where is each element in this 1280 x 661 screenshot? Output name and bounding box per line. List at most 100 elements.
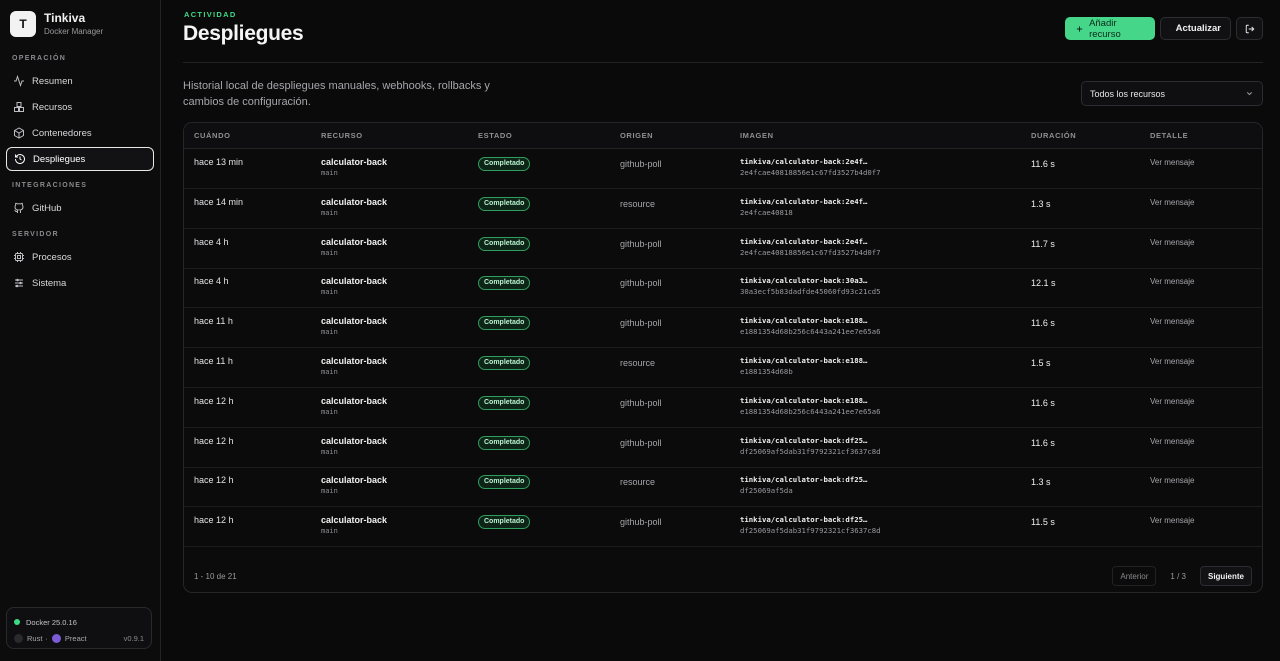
- deploy-origin: resource: [620, 198, 656, 209]
- cpu-icon: [14, 252, 24, 262]
- sidebar-item-contenedores[interactable]: Contenedores: [6, 121, 154, 145]
- view-message-link[interactable]: Ver mensaje: [1150, 277, 1194, 286]
- sidebar-item-label: Sistema: [32, 277, 67, 289]
- table-row: hace 12 h calculator-back main Completado gi…: [184, 428, 1262, 468]
- deploy-image: tinkiva/calculator-back:e188…: [740, 316, 868, 326]
- deploy-image-hash: e1881354d68b: [740, 367, 793, 376]
- column-header-detail: DETALLE: [1150, 131, 1189, 140]
- view-message-link[interactable]: Ver mensaje: [1150, 357, 1194, 366]
- deploy-image-hash: df25069af5da: [740, 486, 793, 496]
- sidebar-item-label: Despliegues: [33, 153, 86, 165]
- section-label-operacion: OPERACIÓN: [12, 55, 67, 62]
- deploy-image-hash: e1881354d68b256c6443a241ee7e65a6: [740, 327, 881, 337]
- deploy-duration: 1.3 s: [1031, 477, 1051, 488]
- column-header-status: ESTADO: [478, 131, 513, 140]
- status-badge: Completado: [478, 236, 531, 251]
- deploy-image-hash: e1881354d68b256c6443a241ee7e65a6: [740, 406, 881, 416]
- table-row: hace 12 h calculator-back main Completado gi…: [184, 507, 1262, 548]
- preact-icon: [51, 633, 61, 643]
- header-divider: [183, 62, 1263, 63]
- deploy-image-hash: 2e4fcae40818856e1c67fd3527b4d0f7: [740, 247, 881, 257]
- deploy-duration: 11.7 s: [1031, 238, 1055, 249]
- deploy-resource[interactable]: calculator-back: [321, 515, 387, 525]
- previous-page-button[interactable]: Anterior: [1112, 566, 1157, 586]
- deploy-branch: main: [321, 208, 338, 217]
- deploy-image: tinkiva/calculator-back:2e4f…: [740, 196, 868, 206]
- deploy-image: tinkiva/calculator-back:30a3…: [740, 276, 868, 286]
- sidebar-item-procesos[interactable]: Procesos: [6, 245, 154, 269]
- logout-button[interactable]: [1236, 17, 1263, 40]
- add-resource-button[interactable]: Añadir recurso: [1065, 17, 1155, 40]
- view-message-link[interactable]: Ver mensaje: [1150, 476, 1194, 485]
- deploy-when: hace 12 h: [194, 435, 234, 446]
- section-label-integraciones: INTEGRACIONES: [12, 182, 88, 189]
- sidebar-item-recursos[interactable]: Recursos: [6, 95, 154, 119]
- deploy-branch: main: [321, 447, 338, 456]
- sidebar-item-github[interactable]: GitHub: [6, 196, 154, 220]
- next-page-button[interactable]: Siguiente: [1199, 566, 1252, 586]
- sidebar-item-label: Procesos: [32, 251, 72, 263]
- deploy-image-hash: 30a3ecf5b83dadfde45060fd93c21cd5: [740, 287, 881, 297]
- deploy-image: tinkiva/calculator-back:df25…: [740, 475, 868, 485]
- status-panel: Docker 25.0.16 Rust · Preact v0.9.1: [6, 607, 152, 649]
- view-message-link[interactable]: Ver mensaje: [1150, 317, 1194, 326]
- view-message-link[interactable]: Ver mensaje: [1150, 238, 1194, 247]
- status-badge: Completado: [478, 475, 531, 490]
- view-message-link[interactable]: Ver mensaje: [1150, 158, 1194, 167]
- brand[interactable]: T Tinkiva Docker Manager: [0, 0, 160, 48]
- status-badge: Completado: [478, 196, 531, 211]
- page-indicator: 1 / 3: [1170, 571, 1186, 581]
- deploy-when: hace 12 h: [194, 395, 234, 406]
- deploy-duration: 11.6 s: [1031, 397, 1055, 408]
- deploy-origin: github-poll: [620, 238, 662, 249]
- stack-rust: Rust: [27, 633, 43, 643]
- status-badge: Completado: [478, 435, 531, 450]
- deploy-branch: main: [321, 407, 338, 416]
- header-actions: Añadir recurso Actualizar: [1065, 17, 1263, 40]
- deploy-resource[interactable]: calculator-back: [321, 396, 387, 406]
- deploy-image: tinkiva/calculator-back:df25…: [740, 435, 868, 445]
- deploy-resource[interactable]: calculator-back: [321, 276, 387, 286]
- deploy-when: hace 11 h: [194, 316, 233, 327]
- deploy-when: hace 4 h: [194, 276, 229, 287]
- view-message-link[interactable]: Ver mensaje: [1150, 437, 1194, 446]
- boxes-icon: [14, 102, 24, 112]
- refresh-button[interactable]: Actualizar: [1160, 17, 1231, 40]
- deploy-image-hash: 2e4fcae40818: [740, 207, 793, 217]
- deploy-resource[interactable]: calculator-back: [321, 237, 387, 247]
- deploy-resource[interactable]: calculator-back: [321, 197, 387, 207]
- refresh-icon: [1170, 28, 1171, 29]
- brand-subtitle: Docker Manager: [44, 27, 104, 36]
- deploy-origin: github-poll: [620, 159, 662, 169]
- view-message-link[interactable]: Ver mensaje: [1150, 516, 1194, 525]
- deploy-duration: 11.6 s: [1031, 437, 1055, 448]
- deploy-image: tinkiva/calculator-back:2e4f…: [740, 236, 868, 246]
- deploy-branch: main: [321, 328, 338, 337]
- deploy-resource[interactable]: calculator-back: [321, 316, 387, 326]
- status-badge: Completado: [478, 356, 531, 370]
- deploy-when: hace 4 h: [194, 236, 229, 247]
- table-row: hace 4 h calculator-back main Completado git…: [184, 229, 1262, 269]
- sidebar-item-sistema[interactable]: Sistema: [6, 271, 154, 295]
- deploy-origin: github-poll: [620, 397, 662, 408]
- sidebar-item-resumen[interactable]: Resumen: [6, 69, 154, 93]
- column-header-resource: RECURSO: [321, 131, 363, 140]
- deploy-duration: 11.6 s: [1031, 159, 1055, 169]
- resource-filter-select[interactable]: Todos los recursos: [1081, 81, 1263, 106]
- status-badge: Completado: [478, 395, 531, 410]
- sidebar-item-despliegues[interactable]: Despliegues: [6, 147, 154, 171]
- view-message-link[interactable]: Ver mensaje: [1150, 397, 1194, 406]
- deploy-resource[interactable]: calculator-back: [321, 436, 387, 446]
- view-message-link[interactable]: Ver mensaje: [1150, 198, 1194, 207]
- deploy-duration: 11.6 s: [1031, 318, 1055, 329]
- deployments-table: CUÁNDO RECURSO ESTADO ORIGEN IMAGEN DURA…: [183, 122, 1263, 593]
- rust-icon: [14, 633, 23, 643]
- deploy-resource[interactable]: calculator-back: [321, 356, 387, 366]
- page-eyebrow: ACTIVIDAD: [184, 10, 237, 19]
- docker-version: Docker 25.0.16: [26, 617, 77, 627]
- deploy-resource[interactable]: calculator-back: [321, 157, 387, 167]
- deploy-duration: 12.1 s: [1031, 278, 1056, 289]
- deploy-image: tinkiva/calculator-back:e188…: [740, 356, 868, 365]
- deploy-when: hace 14 min: [194, 196, 244, 207]
- deploy-resource[interactable]: calculator-back: [321, 475, 387, 485]
